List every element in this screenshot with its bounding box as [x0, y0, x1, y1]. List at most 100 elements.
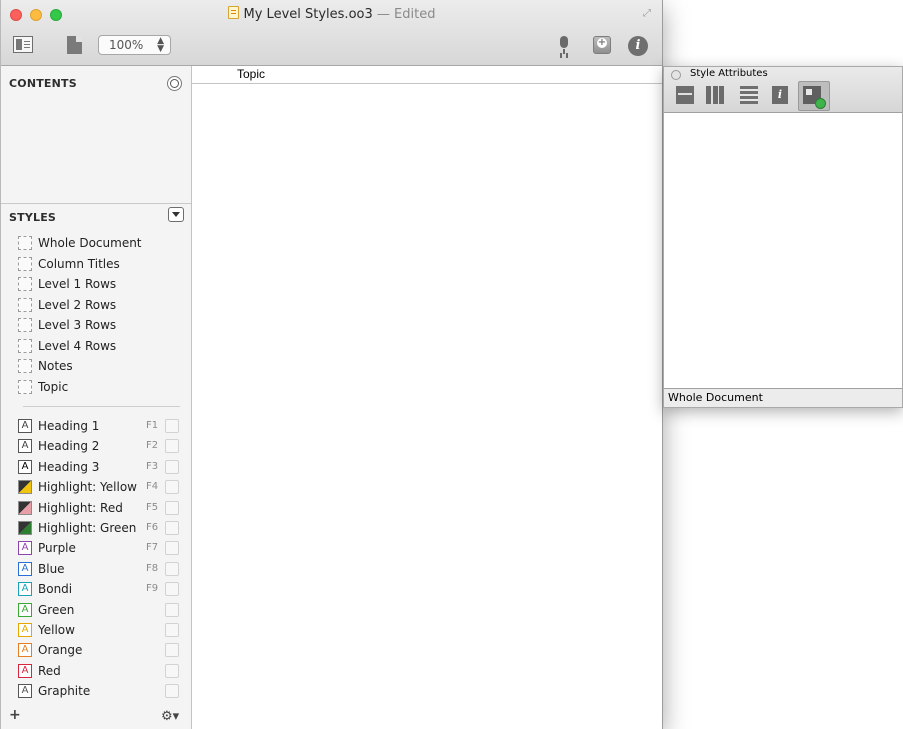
style-swatch-icon	[18, 277, 32, 291]
outline-view[interactable]: Topic	[192, 66, 662, 729]
document-style-row[interactable]: Level 4 Rows	[18, 337, 184, 355]
named-style-row[interactable]: A Heading 2 F2	[18, 437, 184, 455]
style-checkbox[interactable]	[165, 480, 179, 495]
shortcut-key: F5	[146, 501, 159, 513]
style-checkbox[interactable]	[165, 602, 179, 617]
style-checkbox[interactable]	[165, 439, 179, 454]
text-style-swatch-icon: A	[18, 623, 32, 637]
named-style-row[interactable]: A Yellow	[18, 621, 184, 639]
document-style-row[interactable]: Topic	[18, 378, 184, 396]
stepper-icon[interactable]: ▲ ▼	[157, 37, 164, 54]
style-checkbox[interactable]	[165, 459, 179, 474]
window-title-text: My Level Styles.oo3	[243, 7, 373, 22]
style-label: Graphite	[38, 684, 91, 699]
shortcut-key: F7	[146, 542, 159, 554]
document-style-row[interactable]: Level 1 Rows	[18, 275, 184, 293]
style-label: Red	[38, 663, 61, 678]
main-window: My Level Styles.oo3 — Edited ⤢ 100% ▲▼ i…	[0, 0, 663, 729]
style-label: Heading 1	[38, 419, 100, 433]
text-style-swatch-icon: A	[18, 419, 32, 433]
style-swatch-icon	[18, 318, 32, 332]
named-style-row[interactable]: A Red	[18, 662, 184, 680]
style-label: Highlight: Red	[38, 500, 123, 515]
info-icon[interactable]: i	[772, 86, 788, 104]
document-style-row[interactable]: Notes	[18, 357, 184, 375]
style-label: Heading 2	[38, 439, 100, 454]
named-style-row[interactable]: A Graphite	[18, 682, 184, 700]
style-checkbox[interactable]	[165, 561, 179, 576]
style-label: Green	[38, 602, 75, 617]
document-style-row[interactable]: Column Titles	[18, 255, 184, 273]
text-style-swatch-icon: A	[18, 541, 32, 556]
style-attributes-icon[interactable]	[803, 86, 826, 109]
fullscreen-icon[interactable]: ⤢	[643, 8, 654, 19]
document-view-icon[interactable]	[67, 36, 82, 54]
style-checkbox[interactable]	[165, 500, 179, 515]
column-title-topic[interactable]: Topic	[237, 67, 265, 81]
style-label: Level 4 Rows	[38, 338, 117, 353]
sidebar-divider[interactable]	[1, 203, 191, 204]
document-style-row[interactable]: Level 2 Rows	[18, 296, 184, 314]
style-checkbox[interactable]	[165, 623, 179, 637]
sidebar-toggle-icon[interactable]	[13, 36, 33, 53]
edited-status: Edited	[394, 7, 436, 22]
style-checkbox[interactable]	[165, 663, 179, 678]
info-icon[interactable]: i	[628, 36, 648, 56]
row-style-icon[interactable]	[676, 86, 694, 104]
style-swatch-icon	[18, 297, 32, 312]
named-style-row[interactable]: A Purple F7	[18, 539, 184, 557]
style-checkbox[interactable]	[165, 643, 179, 658]
window-title-separator: —	[376, 7, 390, 22]
style-checkbox[interactable]	[165, 541, 179, 556]
named-style-row[interactable]: Highlight: Green F6	[18, 519, 184, 537]
style-label: Bondi	[38, 582, 73, 597]
column-header[interactable]: Topic	[192, 66, 662, 84]
highlight-swatch-icon	[18, 521, 32, 535]
style-swatch-icon	[18, 338, 32, 353]
zoom-value: 100%	[109, 38, 144, 52]
style-label: Highlight: Green	[38, 521, 137, 535]
shortcut-key: F8	[146, 562, 159, 574]
named-style-row[interactable]: A Heading 1 F1	[18, 417, 184, 435]
shortcut-key: F9	[146, 583, 159, 595]
named-style-row[interactable]: Highlight: Yellow F4	[18, 478, 184, 496]
style-checkbox[interactable]	[165, 582, 179, 597]
style-label: Notes	[38, 359, 73, 373]
shortcut-key: F6	[146, 522, 159, 533]
document-style-row[interactable]: Level 3 Rows	[18, 316, 184, 334]
style-label: Heading 3	[38, 459, 100, 474]
named-style-row[interactable]: A Green	[18, 601, 184, 619]
style-swatch-icon	[18, 236, 32, 250]
column-style-icon[interactable]	[706, 86, 724, 104]
microphone-icon[interactable]	[557, 36, 571, 56]
close-icon[interactable]	[671, 70, 681, 80]
named-style-row[interactable]: A Blue F8	[18, 560, 184, 578]
style-swatch-icon	[18, 379, 32, 394]
style-checkbox[interactable]	[165, 419, 179, 433]
window-title: My Level Styles.oo3 — Edited	[1, 6, 662, 22]
named-style-row[interactable]: A Orange	[18, 641, 184, 659]
add-icon[interactable]	[593, 36, 611, 54]
shortcut-key: F4	[146, 481, 159, 493]
zoom-select[interactable]: 100% ▲ ▼	[98, 35, 171, 55]
style-label: Level 1 Rows	[38, 277, 117, 291]
search-icon[interactable]	[167, 76, 182, 91]
style-checkbox[interactable]	[165, 521, 179, 535]
style-label: Level 3 Rows	[38, 318, 117, 332]
highlight-swatch-icon	[18, 500, 32, 515]
inspector-footer: Whole Document	[664, 388, 902, 407]
shortcut-key: F3	[146, 460, 159, 472]
inspector-title: Style Attributes	[690, 68, 768, 79]
document-style-row[interactable]: Whole Document	[18, 234, 184, 252]
shortcut-key: F2	[146, 440, 159, 452]
named-style-row[interactable]: Highlight: Red F5	[18, 499, 184, 517]
style-swatch-icon	[18, 256, 32, 271]
text-style-icon[interactable]	[740, 86, 758, 104]
sidebar: CONTENTS STYLES Whole Document Column Tit…	[1, 66, 192, 729]
styles-menu-button[interactable]	[168, 207, 184, 222]
gear-icon[interactable]: ⚙▾	[161, 709, 179, 724]
style-checkbox[interactable]	[165, 684, 179, 699]
named-style-row[interactable]: A Heading 3 F3	[18, 458, 184, 476]
add-style-button[interactable]: +	[9, 707, 21, 723]
named-style-row[interactable]: A Bondi F9	[18, 580, 184, 598]
